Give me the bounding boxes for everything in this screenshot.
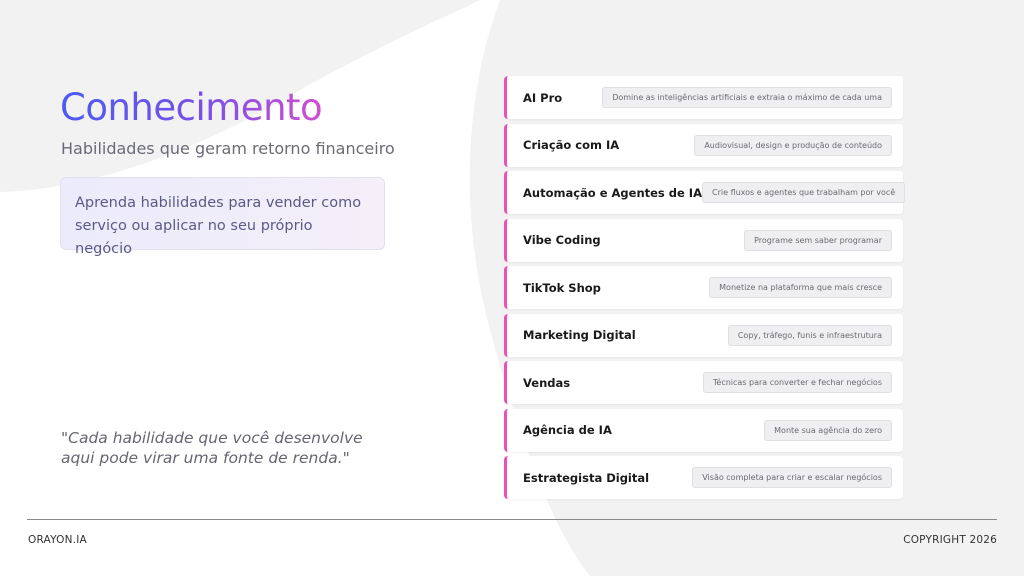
skill-item-agencia-de-ia: Agência de IA Monte sua agência do zero	[504, 408, 903, 452]
skill-item-automacao-agentes: Automação e Agentes de IA Crie fluxos e …	[504, 171, 906, 214]
skill-name: Automação e Agentes de IA	[523, 185, 702, 200]
skill-item-tiktok-shop: TikTok Shop Monetize na plataforma que m…	[504, 266, 903, 309]
skill-description-tag: Monte sua agência do zero	[764, 419, 892, 441]
skill-name: AI Pro	[523, 90, 563, 105]
quote-text: "Cada habilidade que você desenvolve aqu…	[61, 429, 363, 467]
skill-name: Estrategista Digital	[523, 470, 650, 485]
skill-description-tag: Copy, tráfego, funis e infraestrutura	[727, 324, 892, 346]
skill-item-marketing-digital: Marketing Digital Copy, tráfego, funis e…	[504, 313, 903, 357]
skill-item-criacao-com-ia: Criação com IA Audiovisual, design e pro…	[504, 123, 903, 167]
page-subtitle: Habilidades que geram retorno financeiro	[61, 139, 395, 158]
skill-item-ai-pro: AI Pro Domine as inteligências artificia…	[504, 76, 903, 119]
skill-name: Marketing Digital	[523, 328, 636, 342]
skill-description-tag: Domine as inteligências artificiais e ex…	[602, 87, 892, 108]
skill-description-tag: Técnicas para converter e fechar negócio…	[702, 372, 892, 393]
skill-description-tag: Visão completa para criar e escalar negó…	[692, 467, 892, 488]
skill-name: TikTok Shop	[523, 280, 601, 295]
skill-description-tag: Programe sem saber programar	[744, 229, 892, 251]
skill-name: Criação com IA	[523, 138, 620, 152]
footer-divider	[27, 519, 997, 520]
skill-item-estrategista-digital: Estrategista Digital Visão completa para…	[504, 456, 903, 499]
skill-description-tag: Crie fluxos e agentes que trabalham por …	[702, 182, 906, 203]
footer-brand: ORAYON.IA	[28, 534, 87, 546]
skill-name: Vibe Coding	[523, 233, 601, 247]
skill-name: Vendas	[523, 375, 571, 390]
callout-box: Aprenda habilidades para vender como ser…	[60, 177, 385, 257]
skill-description-tag: Monetize na plataforma que mais cresce	[709, 277, 892, 298]
skill-description-tag: Audiovisual, design e produção de conteú…	[694, 134, 892, 156]
skill-item-vendas: Vendas Técnicas para converter e fechar …	[504, 361, 903, 404]
skill-item-vibe-coding: Vibe Coding Programe sem saber programar	[504, 218, 903, 262]
skills-list: AI Pro Domine as inteligências artificia…	[504, 76, 906, 504]
page-title: Conhecimento	[60, 86, 323, 129]
skill-name: Agência de IA	[523, 423, 612, 437]
footer-copyright: COPYRIGHT 2026	[903, 534, 997, 546]
